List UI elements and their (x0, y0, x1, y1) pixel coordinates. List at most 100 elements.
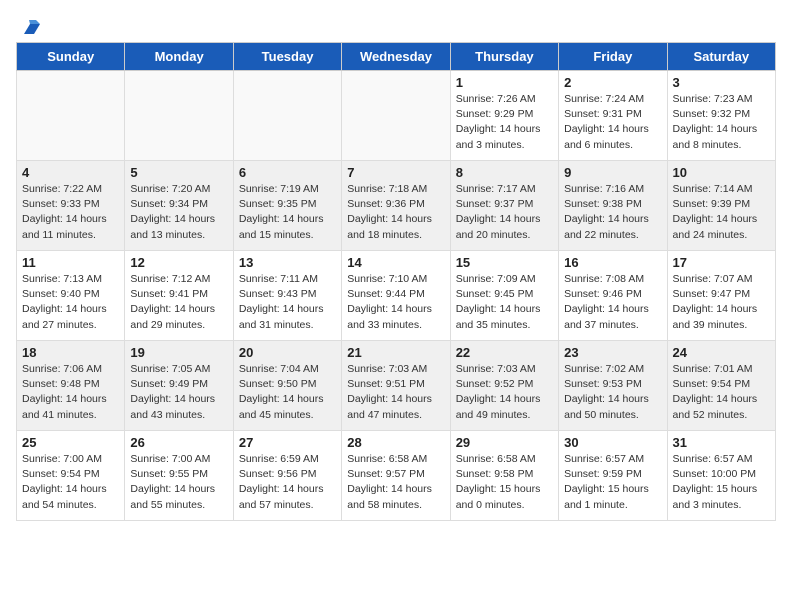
calendar-cell: 1 Sunrise: 7:26 AM Sunset: 9:29 PM Daylig… (450, 71, 558, 161)
cell-detail: Sunrise: 7:11 AM Sunset: 9:43 PM Dayligh… (239, 272, 336, 333)
calendar-week-4: 18 Sunrise: 7:06 AM Sunset: 9:48 PM Dayli… (17, 341, 776, 431)
calendar-cell: 14 Sunrise: 7:10 AM Sunset: 9:44 PM Dayli… (342, 251, 450, 341)
calendar-cell: 28 Sunrise: 6:58 AM Sunset: 9:57 PM Dayli… (342, 431, 450, 521)
calendar-cell: 20 Sunrise: 7:04 AM Sunset: 9:50 PM Dayli… (233, 341, 341, 431)
calendar-cell: 29 Sunrise: 6:58 AM Sunset: 9:58 PM Dayli… (450, 431, 558, 521)
cell-detail: Sunrise: 7:05 AM Sunset: 9:49 PM Dayligh… (130, 362, 227, 423)
day-number: 26 (130, 435, 227, 450)
day-number: 8 (456, 165, 553, 180)
calendar-cell (233, 71, 341, 161)
cell-detail: Sunrise: 7:03 AM Sunset: 9:51 PM Dayligh… (347, 362, 444, 423)
day-header-tuesday: Tuesday (233, 43, 341, 71)
day-number: 11 (22, 255, 119, 270)
day-number: 28 (347, 435, 444, 450)
cell-detail: Sunrise: 7:22 AM Sunset: 9:33 PM Dayligh… (22, 182, 119, 243)
day-number: 5 (130, 165, 227, 180)
calendar-cell: 10 Sunrise: 7:14 AM Sunset: 9:39 PM Dayli… (667, 161, 775, 251)
cell-detail: Sunrise: 7:18 AM Sunset: 9:36 PM Dayligh… (347, 182, 444, 243)
calendar-cell: 31Sunrise: 6:57 AM Sunset: 10:00 PM Dayl… (667, 431, 775, 521)
day-number: 9 (564, 165, 661, 180)
calendar-cell: 3 Sunrise: 7:23 AM Sunset: 9:32 PM Daylig… (667, 71, 775, 161)
cell-detail: Sunrise: 7:10 AM Sunset: 9:44 PM Dayligh… (347, 272, 444, 333)
day-header-monday: Monday (125, 43, 233, 71)
day-number: 23 (564, 345, 661, 360)
calendar-cell: 23 Sunrise: 7:02 AM Sunset: 9:53 PM Dayli… (559, 341, 667, 431)
cell-detail: Sunrise: 6:57 AM Sunset: 9:59 PM Dayligh… (564, 452, 661, 513)
calendar-cell: 13 Sunrise: 7:11 AM Sunset: 9:43 PM Dayli… (233, 251, 341, 341)
cell-detail: Sunrise: 7:03 AM Sunset: 9:52 PM Dayligh… (456, 362, 553, 423)
cell-detail: Sunrise: 7:23 AM Sunset: 9:32 PM Dayligh… (673, 92, 770, 153)
calendar-cell: 6 Sunrise: 7:19 AM Sunset: 9:35 PM Daylig… (233, 161, 341, 251)
calendar-cell: 21 Sunrise: 7:03 AM Sunset: 9:51 PM Dayli… (342, 341, 450, 431)
cell-detail: Sunrise: 6:58 AM Sunset: 9:58 PM Dayligh… (456, 452, 553, 513)
day-number: 21 (347, 345, 444, 360)
calendar-cell: 4 Sunrise: 7:22 AM Sunset: 9:33 PM Daylig… (17, 161, 125, 251)
cell-detail: Sunrise: 6:59 AM Sunset: 9:56 PM Dayligh… (239, 452, 336, 513)
day-number: 4 (22, 165, 119, 180)
day-number: 12 (130, 255, 227, 270)
calendar-cell: 11 Sunrise: 7:13 AM Sunset: 9:40 PM Dayli… (17, 251, 125, 341)
calendar-cell (125, 71, 233, 161)
day-header-sunday: Sunday (17, 43, 125, 71)
day-number: 14 (347, 255, 444, 270)
cell-detail: Sunrise: 7:16 AM Sunset: 9:38 PM Dayligh… (564, 182, 661, 243)
day-number: 25 (22, 435, 119, 450)
day-number: 13 (239, 255, 336, 270)
calendar-week-3: 11 Sunrise: 7:13 AM Sunset: 9:40 PM Dayli… (17, 251, 776, 341)
calendar-week-5: 25Sunrise: 7:00 AM Sunset: 9:54 PM Dayli… (17, 431, 776, 521)
cell-detail: Sunrise: 7:14 AM Sunset: 9:39 PM Dayligh… (673, 182, 770, 243)
calendar-cell: 24Sunrise: 7:01 AM Sunset: 9:54 PM Dayli… (667, 341, 775, 431)
cell-detail: Sunrise: 7:08 AM Sunset: 9:46 PM Dayligh… (564, 272, 661, 333)
day-number: 6 (239, 165, 336, 180)
header (16, 16, 776, 34)
calendar-cell: 27 Sunrise: 6:59 AM Sunset: 9:56 PM Dayli… (233, 431, 341, 521)
day-number: 17 (673, 255, 770, 270)
day-number: 19 (130, 345, 227, 360)
calendar-cell: 19 Sunrise: 7:05 AM Sunset: 9:49 PM Dayli… (125, 341, 233, 431)
day-header-friday: Friday (559, 43, 667, 71)
day-number: 15 (456, 255, 553, 270)
day-header-wednesday: Wednesday (342, 43, 450, 71)
calendar-cell (342, 71, 450, 161)
logo-icon (18, 16, 40, 38)
cell-detail: Sunrise: 7:24 AM Sunset: 9:31 PM Dayligh… (564, 92, 661, 153)
calendar-cell (17, 71, 125, 161)
cell-detail: Sunrise: 7:09 AM Sunset: 9:45 PM Dayligh… (456, 272, 553, 333)
calendar-cell: 25Sunrise: 7:00 AM Sunset: 9:54 PM Dayli… (17, 431, 125, 521)
calendar-table: SundayMondayTuesdayWednesdayThursdayFrid… (16, 42, 776, 521)
cell-detail: Sunrise: 6:57 AM Sunset: 10:00 PM Daylig… (673, 452, 770, 513)
day-number: 10 (673, 165, 770, 180)
day-number: 7 (347, 165, 444, 180)
calendar-cell: 7 Sunrise: 7:18 AM Sunset: 9:36 PM Daylig… (342, 161, 450, 251)
calendar-cell: 16Sunrise: 7:08 AM Sunset: 9:46 PM Dayli… (559, 251, 667, 341)
day-number: 3 (673, 75, 770, 90)
cell-detail: Sunrise: 6:58 AM Sunset: 9:57 PM Dayligh… (347, 452, 444, 513)
cell-detail: Sunrise: 7:07 AM Sunset: 9:47 PM Dayligh… (673, 272, 770, 333)
calendar-cell: 8Sunrise: 7:17 AM Sunset: 9:37 PM Daylig… (450, 161, 558, 251)
cell-detail: Sunrise: 7:13 AM Sunset: 9:40 PM Dayligh… (22, 272, 119, 333)
day-number: 22 (456, 345, 553, 360)
calendar-cell: 30 Sunrise: 6:57 AM Sunset: 9:59 PM Dayli… (559, 431, 667, 521)
day-number: 20 (239, 345, 336, 360)
day-number: 1 (456, 75, 553, 90)
day-header-thursday: Thursday (450, 43, 558, 71)
day-number: 18 (22, 345, 119, 360)
cell-detail: Sunrise: 7:26 AM Sunset: 9:29 PM Dayligh… (456, 92, 553, 153)
cell-detail: Sunrise: 7:06 AM Sunset: 9:48 PM Dayligh… (22, 362, 119, 423)
calendar-cell: 15 Sunrise: 7:09 AM Sunset: 9:45 PM Dayli… (450, 251, 558, 341)
cell-detail: Sunrise: 7:19 AM Sunset: 9:35 PM Dayligh… (239, 182, 336, 243)
cell-detail: Sunrise: 7:04 AM Sunset: 9:50 PM Dayligh… (239, 362, 336, 423)
calendar-week-2: 4 Sunrise: 7:22 AM Sunset: 9:33 PM Daylig… (17, 161, 776, 251)
cell-detail: Sunrise: 7:02 AM Sunset: 9:53 PM Dayligh… (564, 362, 661, 423)
day-number: 30 (564, 435, 661, 450)
calendar-cell: 2Sunrise: 7:24 AM Sunset: 9:31 PM Daylig… (559, 71, 667, 161)
calendar-cell: 12 Sunrise: 7:12 AM Sunset: 9:41 PM Dayli… (125, 251, 233, 341)
calendar-week-1: 1 Sunrise: 7:26 AM Sunset: 9:29 PM Daylig… (17, 71, 776, 161)
cell-detail: Sunrise: 7:01 AM Sunset: 9:54 PM Dayligh… (673, 362, 770, 423)
calendar-cell: 22 Sunrise: 7:03 AM Sunset: 9:52 PM Dayli… (450, 341, 558, 431)
cell-detail: Sunrise: 7:00 AM Sunset: 9:55 PM Dayligh… (130, 452, 227, 513)
cell-detail: Sunrise: 7:12 AM Sunset: 9:41 PM Dayligh… (130, 272, 227, 333)
day-number: 27 (239, 435, 336, 450)
day-number: 29 (456, 435, 553, 450)
day-header-saturday: Saturday (667, 43, 775, 71)
